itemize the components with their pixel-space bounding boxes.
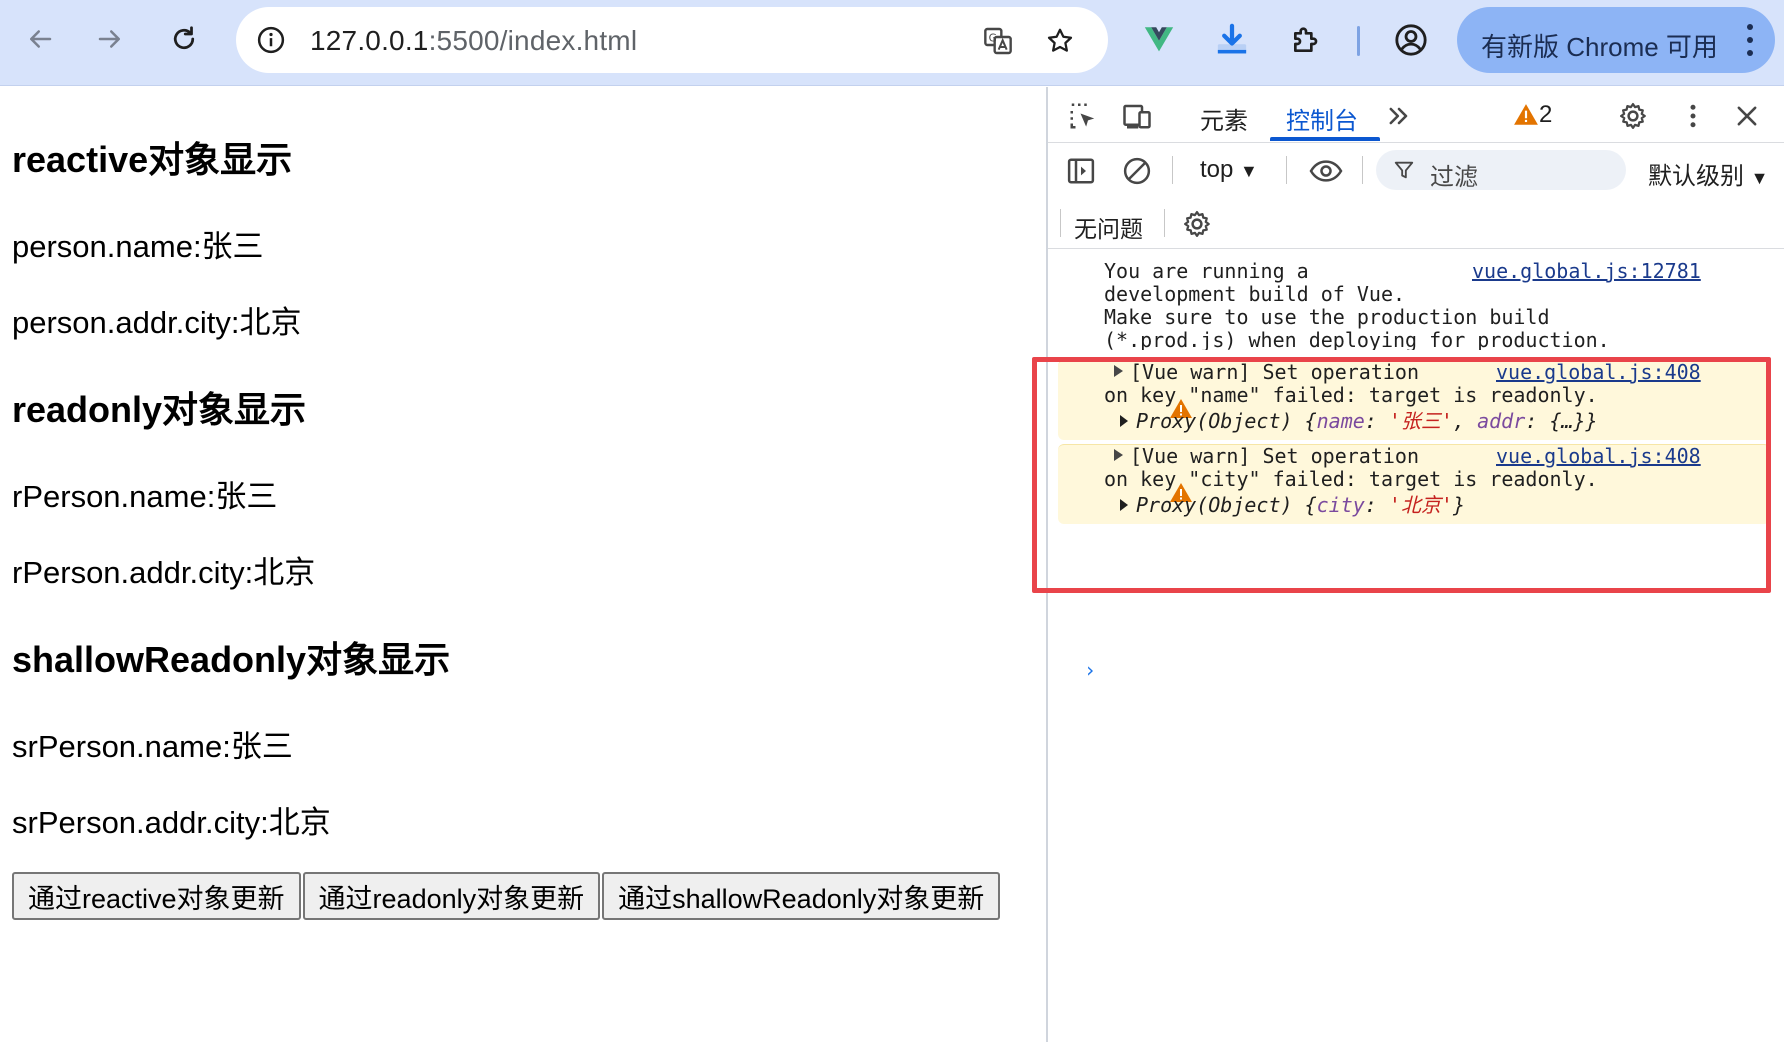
toolbar-divider <box>1362 156 1363 184</box>
update-button-row: 通过reactive对象更新 通过readonly对象更新 通过shallowR… <box>12 872 1001 920</box>
svg-text:G: G <box>989 32 997 45</box>
console-settings-gear-icon[interactable] <box>1180 207 1214 241</box>
person-city-line: person.addr.city:北京 <box>12 305 302 340</box>
log-level-value: 默认级别 <box>1648 163 1744 190</box>
issues-bar: 无问题 <box>1048 197 1784 249</box>
address-bar[interactable]: 127.0.0.1:5500/index.html G <box>236 7 1108 73</box>
page-viewport: reactive对象显示 person.name:张三 person.addr.… <box>0 87 1046 1042</box>
extensions-puzzle-icon[interactable] <box>1286 20 1326 60</box>
console-prompt-chevron-icon[interactable]: › <box>1084 658 1096 682</box>
toolbar-divider <box>1286 156 1287 184</box>
update-via-shallow-readonly-button[interactable]: 通过shallowReadonly对象更新 <box>602 872 1001 920</box>
rperson-city-line: rPerson.addr.city:北京 <box>12 555 316 590</box>
download-extension-icon[interactable] <box>1212 20 1252 60</box>
close-devtools-icon[interactable] <box>1730 99 1764 133</box>
tab-console[interactable]: 控制台 <box>1286 101 1358 136</box>
update-label: 有新版 Chrome 可用 <box>1481 32 1718 62</box>
warning-count[interactable]: 2 <box>1539 101 1552 129</box>
bookmark-star-icon[interactable] <box>1042 23 1078 59</box>
more-tabs-chevron-icon[interactable] <box>1384 101 1414 131</box>
back-button[interactable] <box>18 17 62 61</box>
back-arrow-icon <box>30 30 52 48</box>
reload-button[interactable] <box>162 17 206 61</box>
update-via-reactive-button[interactable]: 通过reactive对象更新 <box>12 872 301 920</box>
toolbar-separator <box>1357 26 1360 56</box>
settings-gear-icon[interactable] <box>1616 99 1650 133</box>
device-toolbar-icon[interactable] <box>1120 99 1154 133</box>
devtools-menu-icon[interactable] <box>1676 99 1710 133</box>
context-value: top <box>1200 156 1234 183</box>
inspect-element-icon[interactable] <box>1066 99 1100 133</box>
console-message-info: You are running a development build of V… <box>1048 260 1784 350</box>
profile-icon[interactable] <box>1391 20 1431 60</box>
site-info-icon[interactable] <box>252 21 290 59</box>
issues-status[interactable]: 无问题 <box>1074 210 1143 244</box>
console-filter-input[interactable]: 过滤 <box>1376 150 1626 191</box>
sidebar-toggle-icon[interactable] <box>1064 154 1098 188</box>
toolbar-divider <box>1060 209 1061 237</box>
forward-button[interactable] <box>88 17 132 61</box>
filter-funnel-icon <box>1392 158 1416 182</box>
translate-icon[interactable]: G <box>980 23 1016 59</box>
section-title-readonly: readonly对象显示 <box>12 389 307 430</box>
url-host: 127.0.0.1 <box>310 25 429 56</box>
section-title-reactive: reactive对象显示 <box>12 139 293 180</box>
kebab-menu-icon[interactable] <box>1743 24 1757 56</box>
warning-triangle-icon[interactable] <box>1512 101 1540 129</box>
live-expression-eye-icon[interactable] <box>1306 154 1346 188</box>
caret-down-icon: ▼ <box>1240 161 1258 181</box>
forward-arrow-icon <box>98 30 120 48</box>
rperson-name-line: rPerson.name:张三 <box>12 479 278 514</box>
vue-devtools-extension-icon[interactable] <box>1139 20 1179 60</box>
browser-toolbar: 127.0.0.1:5500/index.html G 有新版 Chrome 可… <box>0 0 1784 86</box>
srperson-name-line: srPerson.name:张三 <box>12 729 293 764</box>
update-via-readonly-button[interactable]: 通过readonly对象更新 <box>302 872 601 920</box>
devtools-tab-bar: 元素 控制台 2 <box>1048 87 1784 143</box>
person-name-line: person.name:张三 <box>12 229 264 264</box>
section-title-shallow-readonly: shallowReadonly对象显示 <box>12 639 451 680</box>
context-selector[interactable]: top ▼ <box>1200 156 1258 184</box>
clear-console-icon[interactable] <box>1120 154 1154 188</box>
active-tab-indicator <box>1270 137 1380 141</box>
tab-elements[interactable]: 元素 <box>1200 101 1248 136</box>
toolbar-divider <box>1164 209 1165 237</box>
url-text[interactable]: 127.0.0.1:5500/index.html <box>310 25 637 57</box>
annotation-highlight-box <box>1032 357 1771 593</box>
toolbar-divider <box>1172 156 1173 184</box>
reload-icon <box>173 26 195 50</box>
filter-placeholder: 过滤 <box>1430 164 1478 191</box>
srperson-city-line: srPerson.addr.city:北京 <box>12 805 331 840</box>
caret-down-icon: ▼ <box>1750 168 1769 188</box>
chrome-update-button[interactable]: 有新版 Chrome 可用 <box>1457 7 1775 73</box>
info-source-link[interactable]: vue.global.js:12781 <box>1472 260 1701 283</box>
console-toolbar: top ▼ 过滤 默认级别 ▼ <box>1048 144 1784 196</box>
log-level-selector[interactable]: 默认级别 ▼ <box>1648 156 1769 191</box>
url-path: :5500/index.html <box>428 25 638 56</box>
